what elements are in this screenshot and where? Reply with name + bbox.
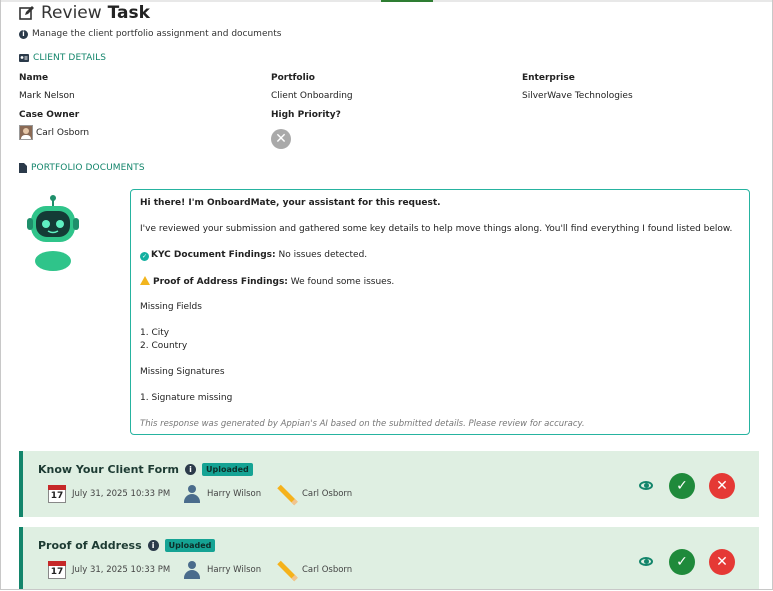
status-badge: Uploaded (202, 463, 253, 476)
document-reviewer: Carl Osborn (277, 484, 353, 506)
approve-button[interactable]: ✓ (669, 473, 695, 499)
subtitle-text: Manage the client portfolio assignment a… (32, 29, 282, 39)
view-eye-icon[interactable] (639, 555, 655, 569)
calendar-icon: 17 (48, 561, 66, 579)
missing-fields-heading: Missing Fields (140, 302, 202, 312)
view-eye-icon[interactable] (639, 479, 655, 493)
kyc-label: KYC Document Findings: (151, 250, 276, 260)
document-uploader: Harry Wilson (183, 485, 261, 503)
reject-button[interactable]: ✕ (709, 473, 735, 499)
high-priority-no-icon: ✕ (271, 129, 291, 149)
name-label: Name (19, 73, 49, 83)
user-icon (183, 485, 201, 503)
portfolio-label: Portfolio (271, 73, 315, 83)
kyc-text: No issues detected. (278, 250, 368, 260)
ai-disclaimer: This response was generated by Appian's … (140, 419, 585, 429)
high-priority-label: High Priority? (271, 110, 341, 120)
id-card-icon (19, 54, 29, 62)
pencil-body (277, 484, 298, 506)
portfolio-documents-section-label: PORTFOLIO DOCUMENTS (19, 163, 145, 173)
document-actions: ✓ ✕ (639, 473, 735, 499)
missing-field-item: 1. City (140, 328, 170, 338)
case-owner-name: Carl Osborn (36, 127, 90, 138)
document-title: Know Your Client Form (38, 463, 180, 476)
document-title-row: Proof of Address i Uploaded (38, 539, 216, 552)
date-text: July 31, 2025 10:33 PM (72, 565, 171, 575)
progress-segment (381, 0, 433, 2)
document-date: 17 July 31, 2025 10:33 PM (48, 561, 170, 579)
portfolio-documents-label-text: PORTFOLIO DOCUMENTS (31, 163, 145, 173)
client-details-label-text: CLIENT DETAILS (33, 53, 107, 63)
document-uploader: Harry Wilson (183, 561, 261, 579)
document-date: 17 July 31, 2025 10:33 PM (48, 485, 170, 503)
date-text: July 31, 2025 10:33 PM (72, 489, 171, 499)
info-icon[interactable]: i (185, 464, 197, 475)
avatar (19, 125, 33, 140)
reject-button[interactable]: ✕ (709, 549, 735, 575)
missing-field-item: 2. Country (140, 341, 188, 351)
pencil-body (277, 560, 298, 582)
poa-finding: Proof of Address Findings: We found some… (140, 276, 394, 287)
assistant-intro: I've reviewed your submission and gather… (140, 224, 733, 234)
kyc-finding: ✓ KYC Document Findings: No issues detect… (140, 250, 367, 261)
pencil-icon (277, 484, 298, 506)
document-title-row: Know Your Client Form i Uploaded (38, 463, 253, 476)
document-actions: ✓ ✕ (639, 549, 735, 575)
approve-button[interactable]: ✓ (669, 549, 695, 575)
reviewer-name: Carl Osborn (302, 565, 353, 575)
info-icon: i (19, 29, 28, 39)
status-badge: Uploaded (164, 539, 216, 552)
enterprise-label: Enterprise (522, 73, 575, 83)
client-details-section-label: CLIENT DETAILS (19, 53, 106, 63)
uploader-name: Harry Wilson (207, 489, 262, 499)
document-reviewer: Carl Osborn (277, 560, 353, 582)
poa-label: Proof of Address Findings: (153, 277, 288, 287)
poa-text: We found some issues. (290, 277, 395, 287)
check-circle-icon: ✓ (140, 252, 149, 261)
page-title: Review Task (19, 3, 150, 23)
edit-icon (19, 6, 34, 20)
portfolio-value: Client Onboarding (271, 91, 353, 101)
document-card-proof-of-address: Proof of Address i Uploaded 17 July 31, … (19, 527, 759, 589)
task-window: Review Task i Manage the client portfolio… (0, 0, 773, 590)
uploader-name: Harry Wilson (207, 565, 262, 575)
name-value: Mark Nelson (19, 91, 75, 101)
warning-icon (140, 276, 150, 285)
document-card-kyc: Know Your Client Form i Uploaded 17 July… (19, 451, 759, 517)
page-subtitle: i Manage the client portfolio assignment… (19, 29, 281, 39)
title-light: Review (41, 3, 102, 23)
top-progress-line (1, 0, 772, 2)
info-icon[interactable]: i (147, 540, 159, 551)
robot-assistant-icon (27, 195, 79, 271)
case-owner-value[interactable]: Carl Osborn (19, 125, 89, 140)
missing-signature-item: 1. Signature missing (140, 393, 233, 403)
document-icon (19, 163, 27, 173)
title-bold: Task (107, 3, 150, 23)
user-icon (183, 561, 201, 579)
enterprise-value: SilverWave Technologies (522, 91, 633, 101)
reviewer-name: Carl Osborn (302, 489, 353, 499)
case-owner-label: Case Owner (19, 110, 80, 120)
calendar-icon: 17 (48, 485, 66, 503)
assistant-chat-bubble: Hi there! I'm OnboardMate, your assistan… (130, 189, 750, 435)
pencil-icon (277, 560, 298, 582)
assistant-greeting: Hi there! I'm OnboardMate, your assistan… (140, 198, 441, 208)
document-title: Proof of Address (38, 539, 142, 552)
missing-signatures-heading: Missing Signatures (140, 367, 225, 377)
